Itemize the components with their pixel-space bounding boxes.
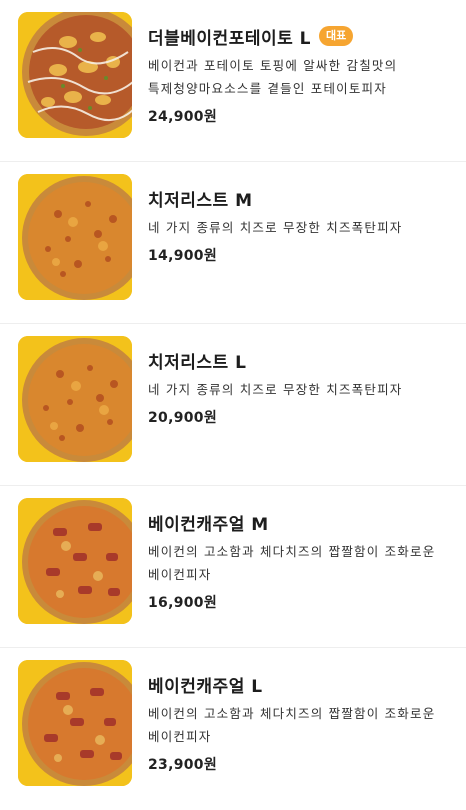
menu-item-name: 치저리스트 L	[148, 352, 247, 373]
menu-item[interactable]: 더블베이컨포테이토 L 대표 베이컨과 포테이토 토핑에 알싸한 감칠맛의 특제…	[0, 0, 466, 162]
menu-item[interactable]: 베이컨캐주얼 M 베이컨의 고소함과 체다치즈의 짭짤함이 조화로운 베이컨피자…	[0, 486, 466, 648]
menu-item-price: 24,900원	[148, 109, 218, 125]
pizza-image	[18, 498, 132, 624]
menu-item-price: 14,900원	[148, 248, 218, 264]
menu-item-description: 베이컨의 고소함과 체다치즈의 짭짤함이 조화로운 베이컨피자	[148, 544, 436, 582]
pizza-image	[18, 660, 132, 786]
cheese-pizza-image	[18, 336, 132, 462]
menu-list: 더블베이컨포테이토 L 대표 베이컨과 포테이토 토핑에 알싸한 감칠맛의 특제…	[0, 0, 466, 810]
bacon-pizza-image	[18, 660, 132, 786]
menu-item[interactable]: 치저리스트 L 네 가지 종류의 치즈로 무장한 치즈폭탄피자 20,900원	[0, 324, 466, 486]
menu-item-name: 베이컨캐주얼 L	[148, 676, 263, 697]
menu-item-description: 베이컨의 고소함과 체다치즈의 짭짤함이 조화로운 베이컨피자	[148, 706, 436, 744]
signature-badge: 대표	[319, 26, 354, 46]
cheese-pizza-image	[18, 174, 132, 300]
menu-item-description: 네 가지 종류의 치즈로 무장한 치즈폭탄피자	[148, 220, 403, 235]
menu-item-price: 16,900원	[148, 595, 218, 611]
menu-item-description: 베이컨과 포테이토 토핑에 알싸한 감칠맛의 특제청양마요소스를 곁들인 포테이…	[148, 58, 398, 96]
pizza-image	[18, 12, 132, 138]
menu-item-description: 네 가지 종류의 치즈로 무장한 치즈폭탄피자	[148, 382, 403, 397]
bacon-pizza-image	[18, 498, 132, 624]
menu-item-name: 베이컨캐주얼 M	[148, 514, 269, 535]
pizza-image	[18, 336, 132, 462]
menu-item[interactable]: 치저리스트 M 네 가지 종류의 치즈로 무장한 치즈폭탄피자 14,900원	[0, 162, 466, 324]
menu-item-name: 더블베이컨포테이토 L	[148, 28, 312, 49]
pizza-image	[18, 174, 132, 300]
menu-item[interactable]: 베이컨캐주얼 L 베이컨의 고소함과 체다치즈의 짭짤함이 조화로운 베이컨피자…	[0, 648, 466, 810]
potato-bacon-pizza-image	[18, 12, 132, 138]
menu-item-price: 23,900원	[148, 757, 218, 773]
menu-item-name: 치저리스트 M	[148, 190, 253, 211]
menu-item-price: 20,900원	[148, 410, 218, 426]
